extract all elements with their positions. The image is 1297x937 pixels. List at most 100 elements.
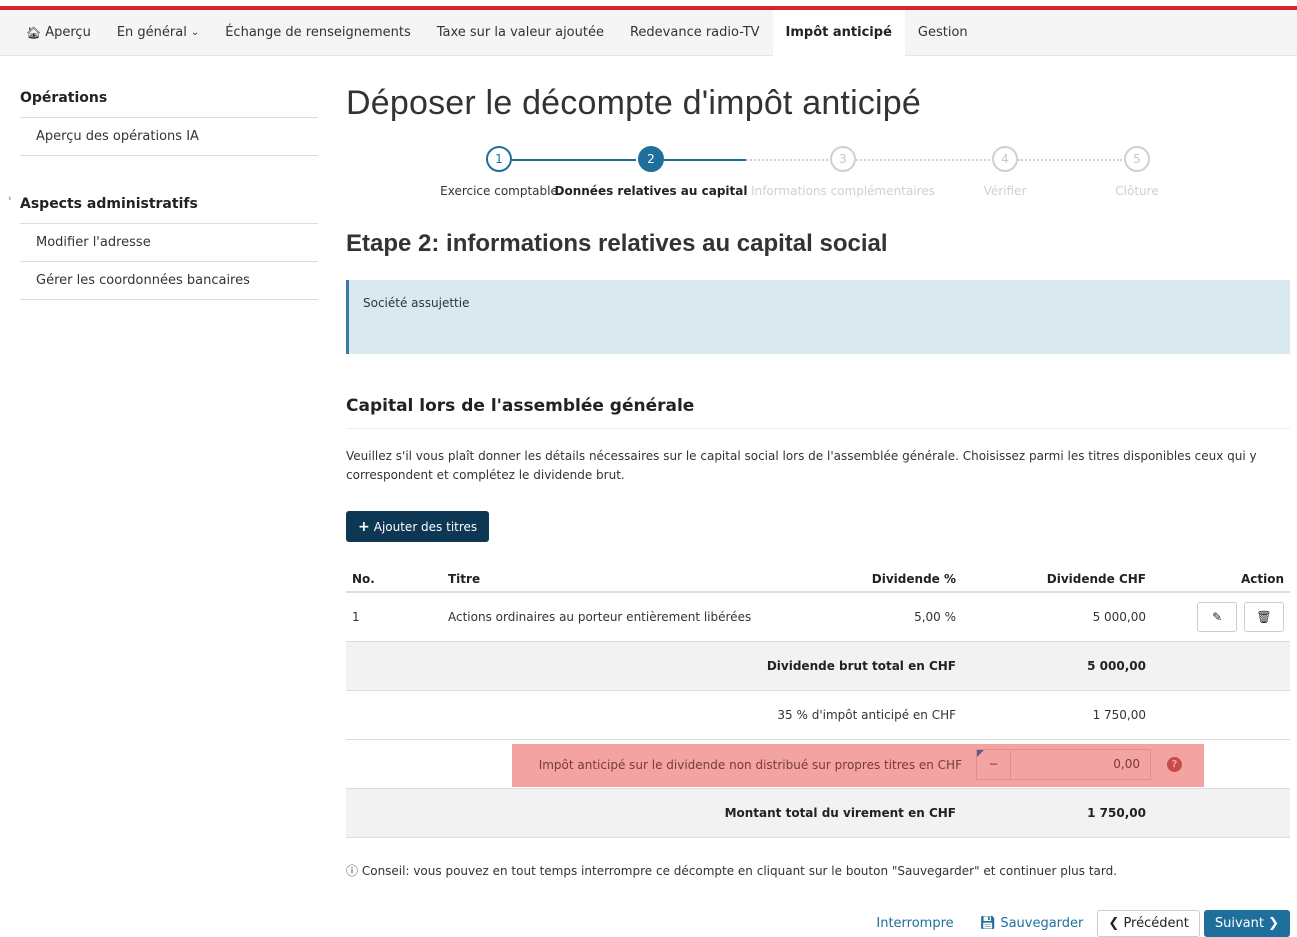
subsection-title: Capital lors de l'assemblée générale xyxy=(346,396,1290,429)
cell-title: Actions ordinaires au porteur entièremen… xyxy=(442,592,802,642)
gross-total-row: Dividende brut total en CHF 5 000,00 xyxy=(346,641,1290,691)
edit-button[interactable]: ✎ xyxy=(1197,601,1238,632)
interrupt-link[interactable]: Interrompre xyxy=(876,916,953,931)
info-box: Société assujettie xyxy=(346,280,1290,354)
tip-text: ⓘ Conseil: vous pouvez en tout temps int… xyxy=(346,862,1290,879)
cell-dividend-pct: 5,00 % xyxy=(802,592,962,642)
stepper-line-done xyxy=(512,159,636,161)
pencil-icon: ✎ xyxy=(1212,609,1223,624)
stepper-dots xyxy=(746,159,828,161)
stepper-dots xyxy=(1018,159,1122,161)
save-label: Sauvegarder xyxy=(1000,916,1084,931)
save-link[interactable]: 💾︎ Sauvegarder xyxy=(980,916,1084,931)
add-titles-button[interactable]: + Ajouter des titres xyxy=(346,511,490,542)
empty-cell xyxy=(1152,787,1290,838)
own-titles-amount-value: 0,00 xyxy=(1113,756,1140,771)
section-title: Etape 2: informations relatives au capit… xyxy=(346,230,888,257)
chevron-down-icon: ⌄ xyxy=(190,27,200,38)
step-2-circle: 2 xyxy=(638,146,664,172)
table-header-row: No. Titre Dividende % Dividende CHF Acti… xyxy=(346,566,1290,593)
transfer-total-row: Montant total du virement en CHF 1 750,0… xyxy=(346,787,1290,838)
empty-cell xyxy=(1152,641,1290,691)
col-header-title: Titre xyxy=(442,566,802,593)
next-button[interactable]: Suivant ❯ xyxy=(1203,910,1290,937)
chevron-left-icon: ❮ xyxy=(1108,916,1120,931)
previous-label: Précédent xyxy=(1123,916,1189,931)
nav-item-overview[interactable]: 🏠︎ Aperçu xyxy=(13,10,104,56)
sidebar-item-operations-overview[interactable]: Aperçu des opérations IA xyxy=(20,118,318,156)
nav-item-withholding-tax[interactable]: Impôt anticipé xyxy=(772,9,905,56)
sidebar-heading-operations: Opérations xyxy=(20,80,318,118)
progress-stepper: 1 2 3 4 5 Exercice comptable Données rel… xyxy=(346,146,1290,216)
tax-label: 35 % d'impôt anticipé en CHF xyxy=(346,690,962,740)
step-1-circle[interactable]: 1 xyxy=(486,146,512,172)
description-text: Veuillez s'il vous plaît donner les déta… xyxy=(346,449,1257,482)
transfer-total-label: Montant total du virement en CHF xyxy=(346,787,962,838)
own-titles-cell: Impôt anticipé sur le dividende non dist… xyxy=(346,739,1290,789)
add-titles-label: Ajouter des titres xyxy=(373,519,478,534)
own-titles-label: Impôt anticipé sur le dividende non dist… xyxy=(538,758,962,772)
nav-item-radio-tv-fee[interactable]: Redevance radio-TV xyxy=(617,10,773,56)
cell-dividend-chf: 5 000,00 xyxy=(962,592,1152,642)
step-5-label: Clôture xyxy=(1115,184,1159,198)
cell-no: 1 xyxy=(346,592,442,642)
col-header-dividend-chf: Dividende CHF xyxy=(962,566,1152,593)
sidebar-heading-administrative: Aspects administratifs xyxy=(20,186,318,224)
step-3-circle: 3 xyxy=(830,146,856,172)
sidebar-marker: › xyxy=(8,194,12,204)
cell-actions: ✎ 🗑︎ xyxy=(1152,592,1290,642)
step-3-label: Informations complémentaires xyxy=(751,184,935,198)
own-titles-row: Impôt anticipé sur le dividende non dist… xyxy=(346,739,1290,789)
corner-marker xyxy=(977,749,984,757)
home-icon: 🏠︎ xyxy=(26,25,42,40)
nav-item-label: Redevance radio-TV xyxy=(629,25,760,40)
page-title: Déposer le décompte d'impôt anticipé xyxy=(346,84,922,122)
col-header-dividend-pct: Dividende % xyxy=(802,566,962,593)
nav-item-label: Taxe sur la valeur ajoutée xyxy=(436,25,604,40)
nav-item-vat[interactable]: Taxe sur la valeur ajoutée xyxy=(424,10,617,56)
trash-icon: 🗑︎ xyxy=(1256,609,1272,624)
plus-icon: + xyxy=(358,518,370,535)
sidebar: Opérations Aperçu des opérations IA Aspe… xyxy=(20,80,318,300)
step-5-circle: 5 xyxy=(1124,146,1150,172)
question-icon[interactable]: ? xyxy=(1167,756,1182,772)
transfer-total-value: 1 750,00 xyxy=(962,787,1152,838)
main-content: Déposer le décompte d'impôt anticipé 1 2… xyxy=(346,80,1290,879)
gross-total-label: Dividende brut total en CHF xyxy=(346,641,962,691)
stepper-dots xyxy=(856,159,990,161)
nav-item-label: Gestion xyxy=(917,25,968,40)
nav-item-label: Aperçu xyxy=(45,25,91,40)
tip-label: Conseil: vous pouvez en tout temps inter… xyxy=(361,863,1118,878)
sidebar-item-modify-address[interactable]: Modifier l'adresse xyxy=(20,224,318,262)
nav-item-label: En général xyxy=(116,25,187,40)
save-icon: 💾︎ xyxy=(979,916,997,931)
stepper-line-current xyxy=(664,159,746,161)
main-navbar: 🏠︎ Aperçu En général ⌄ Échange de rensei… xyxy=(0,9,1297,56)
footer-actions: Interrompre 💾︎ Sauvegarder ❮ Précédent S… xyxy=(346,910,1290,937)
info-box-text: Société assujettie xyxy=(363,296,470,310)
sidebar-item-bank-details[interactable]: Gérer les coordonnées bancaires xyxy=(20,262,318,300)
nav-item-management[interactable]: Gestion xyxy=(905,10,981,56)
step-4-circle: 4 xyxy=(992,146,1018,172)
gross-total-value: 5 000,00 xyxy=(962,641,1152,691)
next-label: Suivant xyxy=(1214,916,1264,931)
empty-cell xyxy=(1152,690,1290,740)
step-1-label[interactable]: Exercice comptable xyxy=(440,184,558,198)
step-2-label: Données relatives au capital xyxy=(554,184,748,198)
tax-value: 1 750,00 xyxy=(962,690,1152,740)
chevron-right-icon: ❯ xyxy=(1268,916,1279,931)
col-header-action: Action xyxy=(1152,566,1290,593)
nav-item-information-exchange[interactable]: Échange de renseignements xyxy=(212,10,424,56)
previous-button[interactable]: ❮ Précédent xyxy=(1097,910,1200,937)
capital-table: No. Titre Dividende % Dividende CHF Acti… xyxy=(346,566,1290,838)
nav-item-general[interactable]: En général ⌄ xyxy=(104,10,212,56)
info-icon: ⓘ xyxy=(346,863,359,878)
own-titles-amount-input[interactable]: − 0,00 xyxy=(976,748,1151,780)
col-header-no: No. xyxy=(346,566,442,593)
nav-item-label: Impôt anticipé xyxy=(785,25,892,40)
table-row: 1 Actions ordinaires au porteur entièrem… xyxy=(346,592,1290,642)
delete-button[interactable]: 🗑︎ xyxy=(1244,601,1284,632)
tax-row: 35 % d'impôt anticipé en CHF 1 750,00 xyxy=(346,690,1290,740)
step-4-label: Vérifier xyxy=(983,184,1027,198)
